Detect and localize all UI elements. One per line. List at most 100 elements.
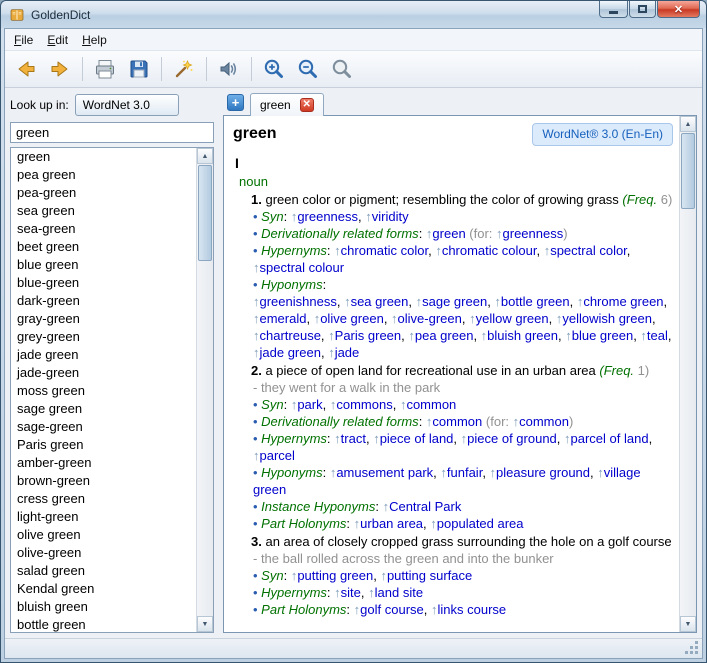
pronounce-button[interactable] xyxy=(214,54,244,84)
list-item[interactable]: green xyxy=(11,148,196,166)
menu-edit[interactable]: Edit xyxy=(40,30,75,50)
wordlist-scrollbar[interactable]: ▲ ▼ xyxy=(196,148,213,632)
maximize-button[interactable] xyxy=(629,1,656,18)
word-link[interactable]: common xyxy=(432,414,482,429)
list-item[interactable]: gray-green xyxy=(11,310,196,328)
search-input[interactable] xyxy=(10,122,214,143)
word-link[interactable]: emerald xyxy=(260,311,307,326)
list-item[interactable]: olive-green xyxy=(11,544,196,562)
list-item[interactable]: amber-green xyxy=(11,454,196,472)
list-item[interactable]: light-green xyxy=(11,508,196,526)
dictionary-badge[interactable]: WordNet® 3.0 (En-En) xyxy=(532,123,673,146)
list-item[interactable]: sea green xyxy=(11,202,196,220)
list-item[interactable]: olive green xyxy=(11,526,196,544)
list-item[interactable]: blue green xyxy=(11,256,196,274)
scroll-up-button[interactable]: ▲ xyxy=(197,148,213,164)
list-item[interactable]: salad green xyxy=(11,562,196,580)
word-link[interactable]: park xyxy=(297,397,322,412)
word-link[interactable]: greenness xyxy=(503,226,564,241)
word-link[interactable]: putting surface xyxy=(387,568,472,583)
scroll-thumb[interactable] xyxy=(681,133,695,209)
list-item[interactable]: brown-green xyxy=(11,472,196,490)
resize-grip-icon[interactable] xyxy=(686,642,698,654)
word-link[interactable]: funfair xyxy=(447,465,482,480)
word-link[interactable]: greenness xyxy=(297,209,358,224)
word-link[interactable]: Paris green xyxy=(335,328,401,343)
word-link[interactable]: piece of ground xyxy=(467,431,557,446)
menu-help[interactable]: Help xyxy=(75,30,114,50)
word-link[interactable]: piece of land xyxy=(380,431,454,446)
word-link[interactable]: sage green xyxy=(422,294,487,309)
list-item[interactable]: Paris green xyxy=(11,436,196,454)
word-link[interactable]: jade xyxy=(335,345,360,360)
list-item[interactable]: bluish green xyxy=(11,598,196,616)
word-link[interactable]: pea green xyxy=(415,328,474,343)
scroll-down-button[interactable]: ▼ xyxy=(197,616,213,632)
list-item[interactable]: dark-green xyxy=(11,292,196,310)
word-link[interactable]: blue green xyxy=(572,328,633,343)
forward-button[interactable] xyxy=(45,54,75,84)
close-button[interactable]: ✕ xyxy=(657,1,700,18)
word-link[interactable]: olive green xyxy=(320,311,384,326)
word-link[interactable]: green xyxy=(432,226,465,241)
word-link[interactable]: amusement park xyxy=(336,465,433,480)
list-item[interactable]: cress green xyxy=(11,490,196,508)
word-link[interactable]: land site xyxy=(375,585,423,600)
word-link[interactable]: parcel of land xyxy=(571,431,649,446)
list-item[interactable]: grey-green xyxy=(11,328,196,346)
word-link[interactable]: common xyxy=(406,397,456,412)
scroll-down-button[interactable]: ▼ xyxy=(680,616,696,632)
titlebar[interactable]: GoldenDict ✕ xyxy=(1,1,706,28)
word-link[interactable]: sea green xyxy=(351,294,409,309)
word-link[interactable]: olive-green xyxy=(398,311,462,326)
list-item[interactable]: beet green xyxy=(11,238,196,256)
word-link[interactable]: chromatic color xyxy=(341,243,428,258)
list-item[interactable]: sage green xyxy=(11,400,196,418)
word-link[interactable]: chromatic colour xyxy=(442,243,537,258)
list-item[interactable]: Kendal green xyxy=(11,580,196,598)
list-item[interactable]: pea green xyxy=(11,166,196,184)
zoom-out-button[interactable] xyxy=(293,54,323,84)
word-link[interactable]: greenishness xyxy=(260,294,337,309)
word-link[interactable]: putting green xyxy=(297,568,373,583)
word-link[interactable]: parcel xyxy=(260,448,295,463)
word-link[interactable]: yellow green xyxy=(476,311,549,326)
word-link[interactable]: chrome green xyxy=(583,294,663,309)
dictionary-select[interactable]: WordNet 3.0 xyxy=(75,94,179,116)
save-button[interactable] xyxy=(124,54,154,84)
tab-green[interactable]: green ✕ xyxy=(250,93,324,116)
list-item[interactable]: jade green xyxy=(11,346,196,364)
word-link[interactable]: spectral colour xyxy=(260,260,345,275)
word-link[interactable]: spectral color xyxy=(550,243,627,258)
list-item[interactable]: blue-green xyxy=(11,274,196,292)
list-item[interactable]: sage-green xyxy=(11,418,196,436)
word-link[interactable]: urban area xyxy=(360,516,423,531)
zoom-base-button[interactable] xyxy=(327,54,357,84)
word-link[interactable]: bottle green xyxy=(501,294,570,309)
word-link[interactable]: viridity xyxy=(372,209,409,224)
print-button[interactable] xyxy=(90,54,120,84)
word-link[interactable]: links course xyxy=(437,602,506,617)
word-link[interactable]: bluish green xyxy=(487,328,558,343)
word-link[interactable]: site xyxy=(341,585,361,600)
word-link[interactable]: jade green xyxy=(260,345,321,360)
tab-close-icon[interactable]: ✕ xyxy=(300,98,314,112)
list-item[interactable]: jade-green xyxy=(11,364,196,382)
zoom-in-button[interactable] xyxy=(259,54,289,84)
word-link[interactable]: populated area xyxy=(437,516,524,531)
word-link[interactable]: chartreuse xyxy=(260,328,321,343)
scroll-thumb[interactable] xyxy=(198,165,212,261)
word-link[interactable]: yellowish green xyxy=(562,311,652,326)
scan-popup-button[interactable] xyxy=(169,54,199,84)
list-item[interactable]: sea-green xyxy=(11,220,196,238)
word-link[interactable]: teal xyxy=(647,328,668,343)
list-item[interactable]: bottle green xyxy=(11,616,196,632)
word-link[interactable]: Central Park xyxy=(389,499,461,514)
article-scrollbar[interactable]: ▲ ▼ xyxy=(679,116,696,632)
menu-file[interactable]: File xyxy=(7,30,40,50)
minimize-button[interactable] xyxy=(599,1,628,18)
word-link[interactable]: pleasure ground xyxy=(496,465,590,480)
scroll-up-button[interactable]: ▲ xyxy=(680,116,696,132)
word-link[interactable]: commons xyxy=(336,397,392,412)
word-link[interactable]: tract xyxy=(341,431,366,446)
